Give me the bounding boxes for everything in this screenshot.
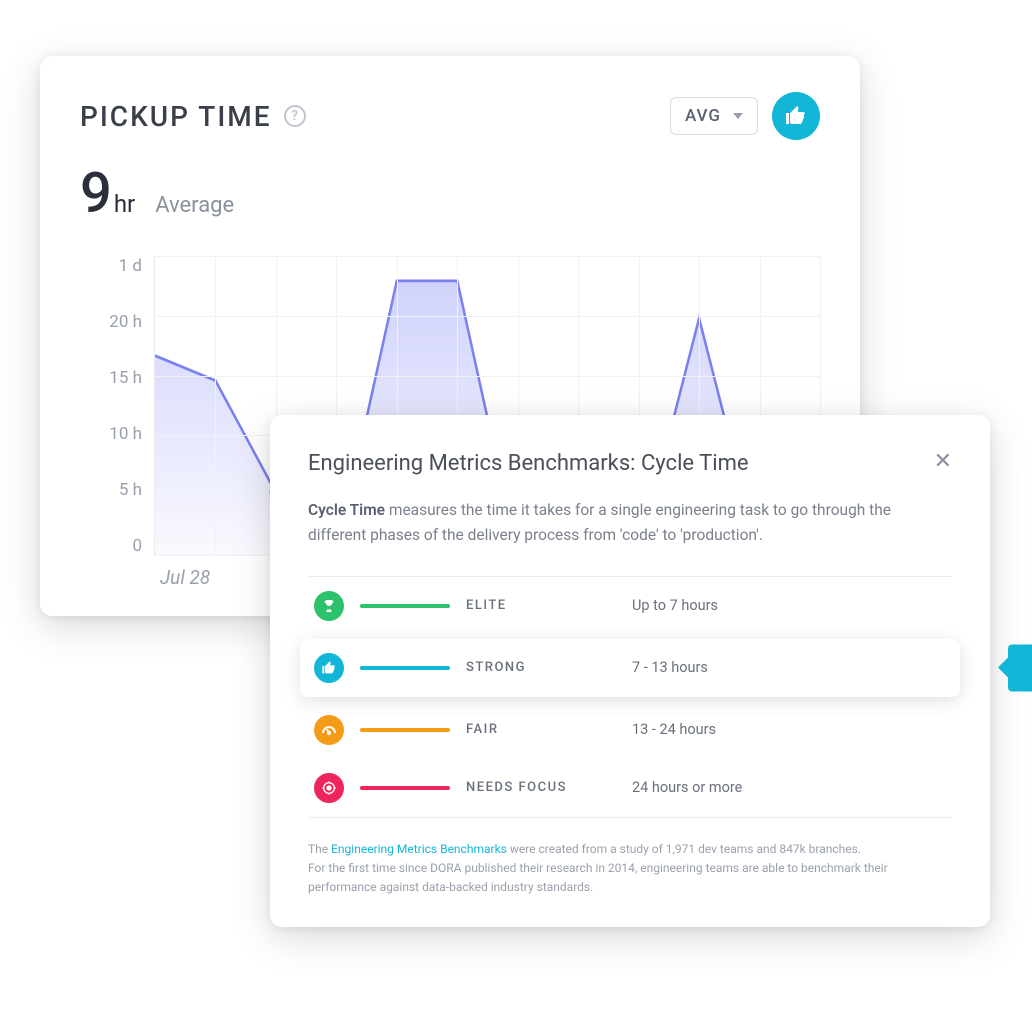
benchmark-icon	[314, 653, 344, 683]
y-tick: 15 h	[109, 368, 142, 388]
y-tick: 0	[132, 536, 142, 556]
modal-title: Engineering Metrics Benchmarks: Cycle Ti…	[308, 451, 749, 476]
help-icon[interactable]: ?	[284, 105, 306, 127]
gridline-h	[155, 316, 820, 317]
pickup-header-right: AVG	[670, 92, 820, 140]
aggregation-label: AVG	[685, 106, 721, 126]
footnote-pre: The	[308, 842, 331, 856]
thumbs-up-badge[interactable]	[772, 92, 820, 140]
benchmark-range: 13 - 24 hours	[632, 721, 716, 738]
modal-header: Engineering Metrics Benchmarks: Cycle Ti…	[308, 451, 952, 476]
benchmark-rows: ELITEUp to 7 hoursSTRONG7 - 13 hoursYour…	[308, 577, 952, 817]
divider	[308, 817, 952, 818]
y-tick: 1 d	[119, 256, 142, 276]
modal-desc-rest: measures the time it takes for a single …	[308, 501, 891, 544]
stat-row: 9hr Average	[80, 160, 820, 226]
benchmarks-modal: Engineering Metrics Benchmarks: Cycle Ti…	[270, 415, 990, 927]
benchmark-range: Up to 7 hours	[632, 597, 718, 614]
footnote-line2: For the first time since DORA published …	[308, 861, 888, 894]
benchmark-icon	[314, 715, 344, 745]
benchmark-label: NEEDS FOCUS	[466, 780, 616, 795]
benchmark-row: ELITE Up to 7 hours	[308, 577, 952, 635]
benchmark-bar	[360, 604, 450, 608]
pickup-title: PICKUP TIME	[80, 100, 272, 133]
pickup-header: PICKUP TIME ? AVG	[80, 92, 820, 140]
close-icon[interactable]: ✕	[934, 451, 952, 473]
benchmark-bar	[360, 728, 450, 732]
benchmark-row: FAIR 13 - 24 hours	[308, 701, 952, 759]
footnote-mid: were created from a study of 1,971 dev t…	[507, 842, 861, 856]
thumbs-up-icon	[784, 104, 808, 128]
benchmark-label: FAIR	[466, 722, 616, 737]
stat-unit: hr	[114, 190, 135, 218]
benchmark-icon	[314, 773, 344, 803]
gridline-h	[155, 376, 820, 377]
chevron-down-icon	[733, 113, 743, 119]
benchmark-row: STRONG7 - 13 hoursYour team	[300, 639, 960, 697]
y-tick: 20 h	[109, 312, 142, 332]
y-tick: 10 h	[109, 424, 142, 444]
pickup-title-wrap: PICKUP TIME ?	[80, 100, 306, 133]
benchmark-range: 7 - 13 hours	[632, 659, 708, 676]
gridline-h	[155, 256, 820, 257]
modal-desc-strong: Cycle Time	[308, 501, 385, 519]
benchmark-bar	[360, 666, 450, 670]
benchmark-range: 24 hours or more	[632, 779, 742, 796]
footnote-link[interactable]: Engineering Metrics Benchmarks	[331, 842, 507, 856]
benchmark-row: NEEDS FOCUS 24 hours or more	[308, 759, 952, 817]
your-team-badge: Your team	[1008, 644, 1032, 691]
aggregation-select[interactable]: AVG	[670, 97, 758, 135]
gridline-v	[215, 256, 216, 555]
stat-value: 9	[80, 160, 112, 226]
benchmark-bar	[360, 786, 450, 790]
benchmark-label: STRONG	[466, 660, 616, 675]
footnote: The Engineering Metrics Benchmarks were …	[308, 840, 952, 898]
modal-description: Cycle Time measures the time it takes fo…	[308, 498, 952, 548]
y-tick: 5 h	[119, 480, 142, 500]
benchmark-label: ELITE	[466, 598, 616, 613]
y-axis: 1 d 20 h 15 h 10 h 5 h 0	[80, 256, 154, 556]
stat-label: Average	[155, 193, 234, 218]
stat-value-wrap: 9hr	[80, 160, 135, 226]
benchmark-icon	[314, 591, 344, 621]
